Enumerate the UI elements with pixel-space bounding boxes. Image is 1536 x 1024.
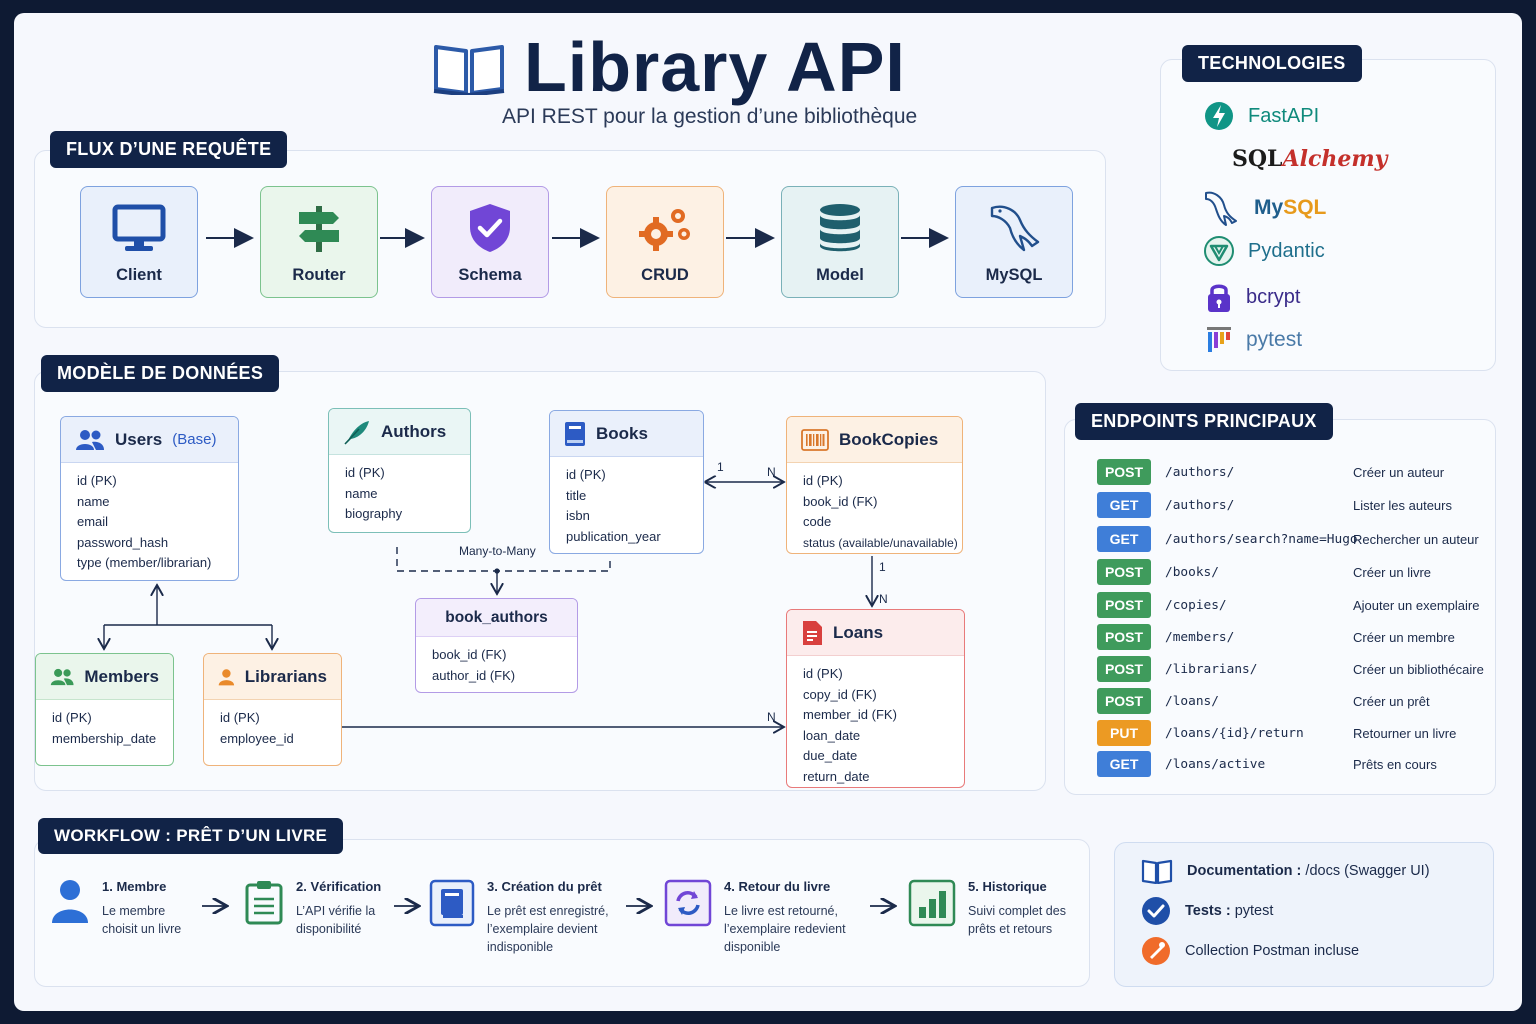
endpoint-row: POST/authors/Créer un auteur [1097,459,1497,485]
tech-label: SQLAlchemy [1232,146,1387,172]
endpoint-path: /books/ [1165,564,1219,580]
method-badge: POST [1097,459,1151,485]
endpoint-path: /loans/ [1165,693,1219,709]
endpoint-desc: Lister les auteurs [1353,497,1452,513]
workflow-arrows [202,13,1094,1011]
endpoint-desc: Créer un livre [1353,564,1432,580]
open-book-icon [1141,859,1173,884]
endpoint-path: /members/ [1165,629,1235,645]
documentation-row: Documentation : /docs (Swagger UI) [1141,858,1430,884]
endpoint-row: POST/loans/Créer un prêt [1097,688,1497,714]
method-badge: POST [1097,624,1151,650]
endpoint-path: /authors/ [1165,497,1235,513]
method-badge: GET [1097,526,1151,552]
endpoint-row: POST/books/Créer un livre [1097,559,1497,585]
endpoint-desc: Créer un bibliothécaire [1353,661,1484,677]
tech-bcrypt: bcrypt [1206,281,1300,313]
technologies-tag: TECHNOLOGIES [1182,45,1362,82]
endpoint-path: /librarians/ [1165,661,1258,677]
fastapi-icon [1205,102,1233,130]
endpoint-desc: Prêts en cours [1353,756,1437,772]
tests-text: Tests : pytest [1185,903,1274,919]
endpoint-row: POST/copies/Ajouter un exemplaire [1097,592,1497,618]
mysql-sql: SQL [1283,196,1327,219]
endpoint-row: POST/members/Créer un membre [1097,624,1497,650]
endpoint-path: /loans/active [1165,756,1266,772]
endpoint-path: /authors/ [1165,464,1235,480]
endpoint-desc: Créer un prêt [1353,693,1430,709]
sqlalchemy-sql: SQL [1232,146,1283,172]
endpoint-path: /loans/{id}/return [1165,725,1304,741]
documentation-text: Documentation : /docs (Swagger UI) [1187,863,1430,879]
tech-sqlalchemy: SQLAlchemy [1232,146,1387,172]
method-badge: GET [1097,751,1151,777]
endpoint-row: GET/authors/search?name=Hugo Rechercher u… [1097,526,1497,552]
method-badge: POST [1097,688,1151,714]
tech-pydantic: Pydantic [1204,236,1325,266]
tech-mysql: MySQL [1202,189,1326,227]
tech-fastapi: FastAPI [1204,101,1319,131]
sqlalchemy-alchemy: Alchemy [1282,146,1388,172]
tech-label: Pydantic [1248,239,1325,262]
mysql-dolphin-icon [1205,191,1237,226]
endpoint-row: GET/authors/Lister les auteurs [1097,492,1497,518]
postman-icon [1142,937,1170,965]
tech-label: pytest [1246,328,1303,351]
check-circle-icon [1142,897,1170,925]
lock-icon [1208,284,1230,312]
method-badge: PUT [1097,720,1151,746]
method-badge: POST [1097,592,1151,618]
endpoint-desc: Retourner un livre [1353,725,1457,741]
tech-label: bcrypt [1246,285,1301,308]
endpoint-row: PUT/loans/{id}/return Retourner un livre [1097,720,1497,746]
postman-row: Collection Postman incluse [1141,936,1359,966]
postman-text: Collection Postman incluse [1185,943,1360,959]
endpoint-row: POST/librarians/Créer un bibliothécaire [1097,656,1497,682]
method-badge: POST [1097,559,1151,585]
method-badge: POST [1097,656,1151,682]
endpoint-desc: Ajouter un exemplaire [1353,597,1480,613]
method-badge: GET [1097,492,1151,518]
mysql-my: My [1254,196,1284,219]
endpoint-path: /copies/ [1165,597,1227,613]
tech-label: FastAPI [1248,104,1320,127]
endpoint-desc: Rechercher un auteur [1353,531,1479,547]
pytest-icon [1207,327,1231,352]
endpoint-row: GET/loans/active Prêts en cours [1097,751,1497,777]
tech-label: MySQL [1254,196,1326,220]
pydantic-icon [1204,236,1234,266]
tech-pytest: pytest [1206,325,1302,355]
infographic-canvas: Library API API REST pour la gestion d’u… [14,13,1522,1011]
endpoint-path: /authors/search?name=Hugo [1165,531,1358,547]
tests-row: Tests : pytest [1141,896,1273,926]
endpoint-desc: Créer un membre [1353,629,1455,645]
endpoints-tag: ENDPOINTS PRINCIPAUX [1075,403,1333,440]
endpoint-desc: Créer un auteur [1353,464,1445,480]
